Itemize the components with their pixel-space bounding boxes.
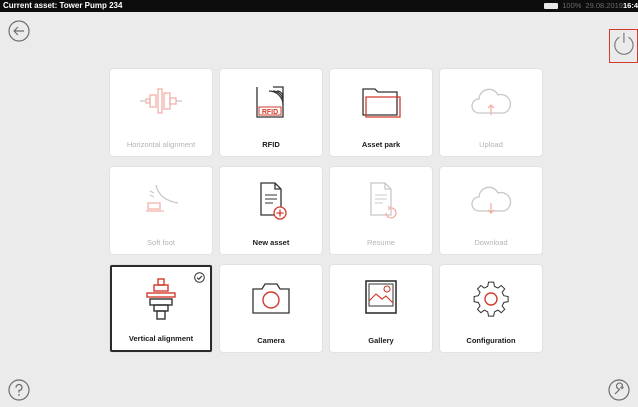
tile-resume[interactable]: Resume [330, 167, 432, 254]
battery-percent: 100% [562, 1, 582, 10]
tile-rfid[interactable]: RFID RFID [220, 69, 322, 156]
wrench-icon[interactable] [608, 379, 630, 401]
power-icon [614, 32, 634, 55]
power-button[interactable] [609, 29, 638, 63]
gear-icon [473, 281, 509, 317]
tile-label: Upload [479, 140, 503, 149]
camera-icon [252, 283, 290, 314]
status-datetime: 29.08.201916:4 [585, 0, 638, 12]
tile-label: Soft foot [147, 238, 175, 247]
main-menu-grid: Horizontal alignment RFID RFID Asset par… [110, 69, 542, 352]
help-icon[interactable] [8, 379, 30, 401]
tile-soft-foot[interactable]: Soft foot [110, 167, 212, 254]
tile-horizontal-alignment[interactable]: Horizontal alignment [110, 69, 212, 156]
tile-configuration[interactable]: Configuration [440, 265, 542, 352]
folder-icon [362, 88, 401, 118]
tile-label: Horizontal alignment [126, 140, 196, 149]
resume-document-icon [370, 182, 397, 219]
status-time: 16:4 [622, 1, 638, 10]
tile-label: Gallery [368, 336, 394, 345]
check-circle-icon [194, 272, 205, 283]
tile-label: Vertical alignment [128, 334, 194, 343]
tile-label: RFID [262, 140, 280, 149]
horizontal-alignment-icon [140, 88, 182, 114]
tile-download[interactable]: Download [440, 167, 542, 254]
tile-upload[interactable]: Upload [440, 69, 542, 156]
vertical-alignment-icon [146, 278, 176, 320]
back-arrow-icon[interactable] [8, 20, 30, 42]
current-asset-title: Current asset: Tower Pump 234 [3, 1, 123, 10]
tile-label: New asset [252, 238, 290, 247]
tile-label: Camera [257, 336, 285, 345]
tile-label: Configuration [466, 336, 516, 345]
status-bar: Current asset: Tower Pump 234 100% 29.08… [0, 0, 638, 12]
rfid-icon: RFID [256, 86, 284, 118]
tile-label: Download [474, 238, 508, 247]
rfid-icon-text: RFID [262, 109, 278, 116]
status-date: 29.08.2019 [585, 1, 623, 10]
tile-label: Resume [367, 238, 395, 247]
tile-new-asset[interactable]: New asset [220, 167, 322, 254]
cloud-download-icon [471, 186, 512, 214]
new-document-icon [260, 182, 287, 220]
status-right: 100% 29.08.201916:4 [544, 0, 638, 12]
tile-vertical-alignment[interactable]: Vertical alignment [110, 265, 212, 352]
tile-label: Asset park [361, 140, 401, 149]
tile-gallery[interactable]: Gallery [330, 265, 432, 352]
battery-icon [544, 3, 559, 9]
gallery-icon [365, 280, 397, 314]
cloud-upload-icon [471, 88, 512, 115]
tile-asset-park[interactable]: Asset park [330, 69, 432, 156]
tile-camera[interactable]: Camera [220, 265, 322, 352]
soft-foot-icon [146, 184, 179, 212]
